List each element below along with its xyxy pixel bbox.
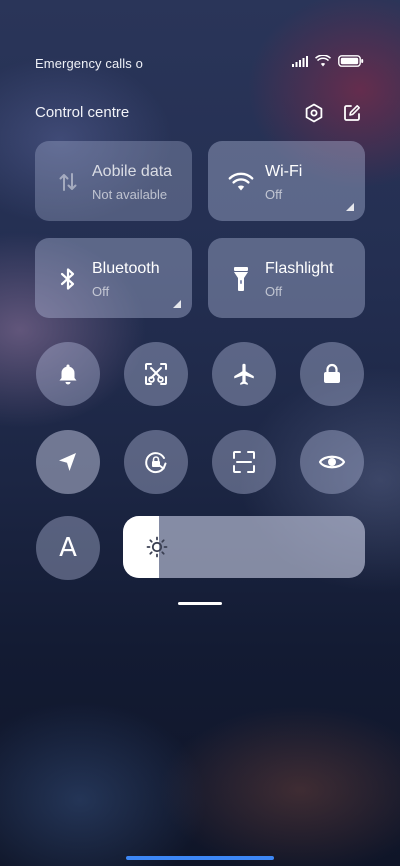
edit-button[interactable]: [340, 101, 364, 125]
ringer-toggle[interactable]: [36, 342, 100, 406]
edit-icon: [342, 103, 362, 123]
sun-icon: [145, 535, 169, 559]
tile-flashlight[interactable]: Flashlight Off: [208, 238, 365, 318]
control-centre-title: Control centre: [35, 104, 130, 121]
tile-mobile-data-name: Aobile data: [92, 163, 173, 180]
settings-icon: [304, 103, 324, 123]
location-icon: [56, 450, 80, 474]
flashlight-icon: [228, 266, 254, 292]
lock-icon: [320, 362, 344, 386]
lock-screen-toggle[interactable]: [300, 342, 364, 406]
brightness-slider[interactable]: [123, 516, 365, 578]
tile-wifi[interactable]: Wi-Fi Off: [208, 141, 365, 221]
battery-icon: [338, 55, 364, 67]
scissors-screenshot-icon: [143, 361, 169, 387]
tile-wifi-name: Wi-Fi: [265, 163, 303, 180]
rotation-lock-icon: [143, 449, 169, 475]
tile-bluetooth-name: Bluetooth: [92, 260, 160, 277]
bluetooth-icon: [55, 266, 81, 292]
bell-icon: [56, 362, 80, 386]
auto-rotate-toggle[interactable]: [124, 430, 188, 494]
wifi-icon: [228, 169, 254, 195]
eye-icon: [318, 452, 346, 472]
screenshot-toggle[interactable]: [124, 342, 188, 406]
tile-mobile-data[interactable]: Aobile data Not available: [35, 141, 192, 221]
scan-icon: [231, 449, 257, 475]
status-carrier-text: Emergency calls o: [35, 56, 143, 71]
airplane-icon: [231, 361, 257, 387]
tile-flashlight-state: Off: [265, 284, 283, 299]
tile-flashlight-name: Flashlight: [265, 260, 334, 277]
expand-corner-icon[interactable]: [346, 203, 354, 211]
auto-brightness-button[interactable]: A: [36, 516, 100, 580]
auto-brightness-label: A: [59, 533, 77, 563]
settings-button[interactable]: [302, 101, 326, 125]
location-toggle[interactable]: [36, 430, 100, 494]
tile-wifi-state: Off: [265, 187, 283, 202]
navigation-gesture-bar[interactable]: [126, 856, 274, 860]
wifi-icon: [315, 55, 331, 67]
panel-drag-handle[interactable]: [178, 602, 222, 605]
mobile-data-icon: [55, 169, 81, 195]
scanner-toggle[interactable]: [212, 430, 276, 494]
airplane-mode-toggle[interactable]: [212, 342, 276, 406]
expand-corner-icon[interactable]: [173, 300, 181, 308]
tile-mobile-data-state: Not available: [92, 187, 168, 202]
tile-bluetooth[interactable]: Bluetooth Off: [35, 238, 192, 318]
status-icons: [292, 55, 364, 67]
tile-bluetooth-state: Off: [92, 284, 110, 299]
signal-icon: [292, 55, 308, 67]
reading-mode-toggle[interactable]: [300, 430, 364, 494]
